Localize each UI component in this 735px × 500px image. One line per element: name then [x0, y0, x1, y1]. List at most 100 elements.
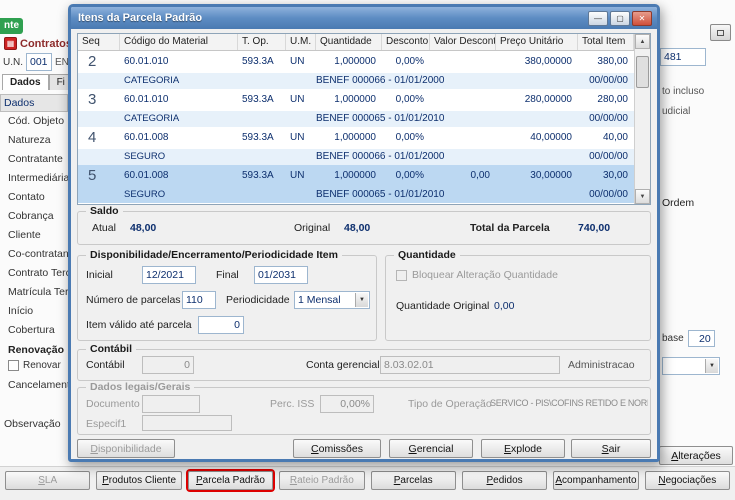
grid-header: Seq Código do Material T. Op. U.M. Quant…	[78, 34, 650, 51]
col-quantidade[interactable]: Quantidade	[316, 34, 382, 50]
col-valor-desconto[interactable]: Valor Desconto	[430, 34, 496, 50]
periodicidade-select[interactable]: 1 Mensal ▼	[294, 291, 370, 309]
col-codigo[interactable]: Código do Material	[120, 34, 238, 50]
bottom-button-bar: SLA Produtos Cliente Parcela Padrão Rate…	[0, 466, 735, 500]
numero-input[interactable]: 481	[660, 48, 706, 66]
sidebar-item-contratante[interactable]: Contratante	[0, 150, 68, 169]
base-input[interactable]: 20	[687, 330, 715, 347]
sidebar-item-cobranca[interactable]: Cobrança	[0, 207, 68, 226]
acompanhamento-button[interactable]: Acompanhamento	[553, 471, 639, 490]
gerencial-button[interactable]: Gerencial	[389, 439, 473, 458]
inicial-input[interactable]: 12/2021	[142, 266, 196, 284]
dialog-title: Itens da Parcela Padrão	[78, 12, 203, 24]
dropdown-icon[interactable]: ▼	[705, 359, 718, 373]
especif-label: Especif1	[86, 418, 127, 430]
documento-label: Documento	[86, 398, 140, 410]
num-parcelas-input[interactable]: 110	[182, 291, 216, 309]
comissoes-button[interactable]: Comissões	[293, 439, 381, 458]
sair-button[interactable]: Sair	[571, 439, 651, 458]
contabil-caption: Contábil	[86, 343, 136, 355]
table-row-selected[interactable]: 5 60.01.008 593.3A UN 1,000000 0,00% 0,0…	[78, 165, 634, 203]
incluso-fragment: to incluso	[662, 86, 705, 97]
atual-label: Atual	[92, 222, 116, 234]
grid-body: 2 60.01.010 593.3A UN 1,000000 0,00% 380…	[78, 51, 634, 204]
conta-gerencial-desc: Administracao	[568, 359, 635, 371]
col-um[interactable]: U.M.	[286, 34, 316, 50]
alteracoes-button[interactable]: Alterações	[659, 446, 733, 465]
renovacao-header: Renovação	[8, 344, 65, 356]
contabil-label: Contábil	[86, 359, 125, 371]
left-tabs: Dados Fi	[2, 74, 73, 90]
disponibilidade-group: Disponibilidade/Encerramento/Periodicida…	[77, 249, 377, 341]
explode-button[interactable]: Explode	[481, 439, 565, 458]
sidebar-item-cobertura[interactable]: Cobertura	[0, 321, 68, 340]
grid-scrollbar[interactable]: ▲ ▼	[634, 34, 650, 204]
contratos-window: nte ▦ Contratos U.N. 001 EN Dados Fi Dad…	[0, 0, 735, 500]
table-row[interactable]: 3 60.01.010 593.3A UN 1,000000 0,00% 280…	[78, 89, 634, 127]
total-parcela-value: 740,00	[578, 222, 611, 234]
disponibilidade-button[interactable]: Disponibilidade	[77, 439, 175, 458]
table-row[interactable]: 2 60.01.010 593.3A UN 1,000000 0,00% 380…	[78, 51, 634, 89]
un-input[interactable]: 001	[26, 53, 52, 71]
inicial-label: Inicial	[86, 269, 113, 281]
minimize-icon[interactable]: —	[588, 10, 608, 26]
scroll-down-icon[interactable]: ▼	[635, 189, 650, 204]
final-input[interactable]: 01/2031	[254, 266, 308, 284]
sidebar-item-intermediaria[interactable]: Intermediária	[0, 169, 68, 188]
sidebar-item-cod-objeto[interactable]: Cód. Objeto	[0, 112, 68, 131]
scroll-up-icon[interactable]: ▲	[635, 34, 650, 49]
col-desconto[interactable]: Desconto	[382, 34, 430, 50]
sidebar-item-co-contratante[interactable]: Co-contratante	[0, 245, 68, 264]
module-tab[interactable]: nte	[0, 18, 23, 34]
un-label: U.N.	[3, 56, 23, 68]
col-seq[interactable]: Seq	[78, 34, 120, 50]
dropdown-icon[interactable]: ▼	[355, 293, 368, 307]
quantidade-original-value: 0,00	[494, 300, 515, 312]
disponibilidade-caption: Disponibilidade/Encerramento/Periodicida…	[86, 249, 342, 261]
parcela-padrao-button[interactable]: Parcela Padrão	[187, 471, 274, 490]
item-valido-input[interactable]: 0	[198, 316, 244, 334]
right-combo[interactable]: ▼	[662, 357, 720, 375]
close-icon[interactable]: ✕	[632, 10, 652, 26]
contabil-input[interactable]: 0	[142, 356, 194, 374]
parcela-padrao-dialog: Itens da Parcela Padrão — ▢ ✕ Seq Código…	[68, 4, 660, 462]
observacao-label: Observação	[4, 418, 61, 430]
negociacoes-button[interactable]: Negociações	[644, 471, 730, 490]
dialog-titlebar[interactable]: Itens da Parcela Padrão — ▢ ✕	[71, 7, 657, 29]
sidebar-item-dados[interactable]: Dados	[0, 94, 68, 112]
table-row[interactable]: 4 60.01.008 593.3A UN 1,000000 0,00% 40,…	[78, 127, 634, 165]
un-fragment: EN	[55, 56, 69, 68]
tab-dados[interactable]: Dados	[2, 74, 49, 90]
sidebar-item-inicio[interactable]: Início	[0, 302, 68, 321]
scroll-thumb[interactable]	[636, 56, 649, 88]
periodicidade-label: Periodicidade	[226, 294, 290, 306]
col-preco-unitario[interactable]: Preço Unitário	[496, 34, 578, 50]
restore-icon	[717, 29, 724, 36]
sidebar-item-cancelamento[interactable]: Cancelamento	[8, 379, 68, 391]
quantidade-caption: Quantidade	[394, 249, 460, 261]
sidebar-item-contrato-terceiro[interactable]: Contrato Terceiro	[0, 264, 68, 283]
rateio-padrao-button[interactable]: Rateio Padrão	[279, 471, 365, 490]
col-total-item[interactable]: Total Item	[578, 34, 634, 50]
renovar-checkbox[interactable]	[8, 360, 19, 371]
sidebar-item-cliente[interactable]: Cliente	[0, 226, 68, 245]
sidebar-item-contato[interactable]: Contato	[0, 188, 68, 207]
parcelas-button[interactable]: Parcelas	[370, 471, 456, 490]
bloquear-checkbox[interactable]	[396, 270, 407, 281]
pedidos-button[interactable]: Pedidos	[461, 471, 548, 490]
conta-gerencial-input[interactable]: 8.03.02.01	[380, 356, 560, 374]
especif-input[interactable]	[142, 415, 232, 431]
sidebar-item-matricula-terceiro[interactable]: Matrícula Terceiro	[0, 283, 68, 302]
maximize-icon[interactable]: ▢	[610, 10, 630, 26]
dados-legais-group: Dados legais/Gerais Documento Perc. ISS …	[77, 381, 651, 435]
sla-button[interactable]: SLA	[5, 471, 91, 490]
saldo-group: Saldo Atual 48,00 Original 48,00 Total d…	[77, 205, 651, 245]
col-t-op[interactable]: T. Op.	[238, 34, 286, 50]
atual-value: 48,00	[130, 222, 157, 234]
contratos-app-icon: ▦	[4, 37, 17, 50]
perc-iss-input[interactable]: 0,00%	[320, 395, 374, 413]
produtos-cliente-button[interactable]: Produtos Cliente	[96, 471, 182, 490]
documento-input[interactable]	[142, 395, 200, 413]
sidebar-item-natureza[interactable]: Natureza	[0, 131, 68, 150]
parent-window-button[interactable]	[710, 24, 731, 41]
